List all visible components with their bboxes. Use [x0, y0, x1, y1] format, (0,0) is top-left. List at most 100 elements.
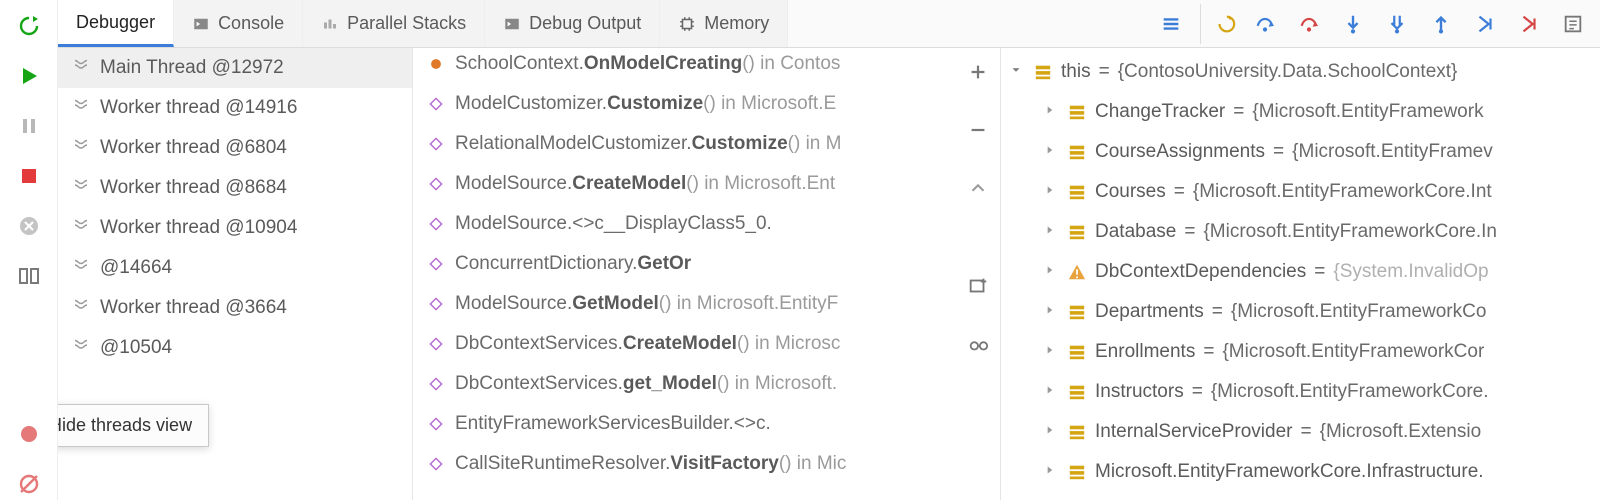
variable-name: this [1061, 61, 1091, 83]
stack-frame-row[interactable]: ModelCustomizer.Customize() in Microsoft… [413, 88, 1000, 128]
tab-console[interactable]: Console [174, 0, 303, 47]
debugger-main: Debugger Console Parallel Stacks Debug O… [58, 0, 1600, 500]
variable-value: {System.InvalidOp [1333, 261, 1488, 283]
tab-label: Debugger [76, 12, 155, 33]
step-over-button[interactable] [1244, 4, 1286, 44]
thread-row[interactable]: Worker thread @10904 [58, 208, 412, 248]
skip-to-cursor-button[interactable] [1508, 4, 1550, 44]
frame-text: ModelCustomizer.Customize() in Microsoft… [455, 93, 836, 115]
thread-icon [72, 296, 90, 320]
tab-memory[interactable]: Memory [660, 0, 788, 47]
rerun-button[interactable] [13, 10, 45, 42]
step-out-over-button[interactable] [1288, 4, 1330, 44]
variable-row[interactable]: Microsoft.EntityFrameworkCore.Infrastruc… [1001, 452, 1600, 492]
variable-value: {Microsoft.EntityFrameworkCo [1231, 301, 1487, 323]
expander-open-icon[interactable] [1009, 61, 1025, 83]
expander-closed-icon[interactable] [1043, 141, 1059, 163]
add-icon[interactable] [964, 58, 992, 86]
thread-row[interactable]: Worker thread @3664 [58, 288, 412, 328]
resume-button[interactable] [13, 60, 45, 92]
stack-frame-row[interactable]: DbContextServices.CreateModel() in Micro… [413, 328, 1000, 368]
thread-row[interactable]: Worker thread @8684 [58, 168, 412, 208]
object-icon [1033, 63, 1053, 81]
variable-row[interactable]: CourseAssignments = {Microsoft.EntityFra… [1001, 132, 1600, 172]
tab-label: Memory [704, 13, 769, 34]
expander-closed-icon[interactable] [1043, 461, 1059, 483]
stack-frame-row[interactable]: ModelSource.<>c__DisplayClass5_0. [413, 208, 1000, 248]
thread-row[interactable]: @14664 [58, 248, 412, 288]
stack-frame-row[interactable]: DbContextServices.get_Model() in Microso… [413, 368, 1000, 408]
variable-row[interactable]: Courses = {Microsoft.EntityFrameworkCore… [1001, 172, 1600, 212]
parallel-stacks-icon [321, 15, 339, 33]
object-icon [1067, 183, 1087, 201]
disable-breakpoints-button[interactable] [13, 468, 45, 500]
expander-closed-icon[interactable] [1043, 421, 1059, 443]
current-frame-icon [429, 55, 443, 77]
expander-closed-icon[interactable] [1043, 381, 1059, 403]
glasses-icon[interactable] [964, 330, 992, 358]
stack-frame-row[interactable]: SchoolContext.OnModelCreating() in Conto… [413, 48, 1000, 88]
tab-debugger[interactable]: Debugger [58, 0, 174, 47]
thread-icon [72, 256, 90, 280]
debugger-body: Main Thread @12972Worker thread @14916Wo… [58, 48, 1600, 500]
variable-row[interactable]: Instructors = {Microsoft.EntityFramework… [1001, 372, 1600, 412]
stack-frame-row[interactable]: RelationalModelCustomizer.Customize() in… [413, 128, 1000, 168]
expander-closed-icon[interactable] [1043, 221, 1059, 243]
frame-icon [429, 255, 443, 277]
frame-icon [429, 175, 443, 197]
menu-icon[interactable] [1150, 4, 1192, 44]
tab-parallel-stacks[interactable]: Parallel Stacks [303, 0, 485, 47]
variable-row[interactable]: ChangeTracker = {Microsoft.EntityFramewo… [1001, 92, 1600, 132]
variable-name: Enrollments [1095, 341, 1195, 363]
collapse-up-icon[interactable] [964, 174, 992, 202]
stack-frame-row[interactable]: EntityFrameworkServicesBuilder.<>c. [413, 408, 1000, 448]
thread-row[interactable]: Worker thread @14916 [58, 88, 412, 128]
object-icon [1067, 383, 1087, 401]
stack-frame-row[interactable]: ModelSource.GetModel() in Microsoft.Enti… [413, 288, 1000, 328]
frame-icon [429, 455, 443, 477]
expander-closed-icon[interactable] [1043, 261, 1059, 283]
stack-frame-row[interactable]: ConcurrentDictionary.GetOr [413, 248, 1000, 288]
frame-text: DbContextServices.get_Model() in Microso… [455, 373, 837, 395]
force-step-into-button[interactable] [1376, 4, 1418, 44]
run-to-cursor-button[interactable] [1464, 4, 1506, 44]
stack-frame-row[interactable]: CallSiteRuntimeResolver.VisitFactory() i… [413, 448, 1000, 488]
expander-closed-icon[interactable] [1043, 341, 1059, 363]
frame-icon [429, 335, 443, 357]
expander-closed-icon[interactable] [1043, 301, 1059, 323]
stop-button[interactable] [13, 160, 45, 192]
thread-row[interactable]: @10504 [58, 328, 412, 368]
variable-value: {Microsoft.EntityFrameworkCore.In [1203, 221, 1497, 243]
threads-view-toggle[interactable] [13, 260, 45, 292]
remove-icon[interactable] [964, 116, 992, 144]
thread-icon [72, 136, 90, 160]
evaluate-button[interactable] [1552, 4, 1594, 44]
cancel-button[interactable] [13, 210, 45, 242]
thread-icon [72, 216, 90, 240]
expander-closed-icon[interactable] [1043, 181, 1059, 203]
thread-row[interactable]: Worker thread @6804 [58, 128, 412, 168]
tooltip: Hide threads view [58, 404, 209, 447]
thread-label: Worker thread @3664 [100, 297, 287, 319]
thread-icon [72, 336, 90, 360]
variable-row[interactable]: DbContextDependencies = {System.InvalidO… [1001, 252, 1600, 292]
mute-breakpoints-button[interactable] [13, 418, 45, 450]
variable-row[interactable]: InternalServiceProvider = {Microsoft.Ext… [1001, 412, 1600, 452]
variable-row[interactable]: Database = {Microsoft.EntityFrameworkCor… [1001, 212, 1600, 252]
thread-row[interactable]: Main Thread @12972 [58, 48, 412, 88]
variables-pane: this = {ContosoUniversity.Data.SchoolCon… [1000, 48, 1600, 500]
expander-closed-icon[interactable] [1043, 101, 1059, 123]
new-watch-icon[interactable] [964, 272, 992, 300]
variable-row[interactable]: Enrollments = {Microsoft.EntityFramework… [1001, 332, 1600, 372]
show-execution-point-button[interactable] [1200, 4, 1242, 44]
frame-text: ModelSource.CreateModel() in Microsoft.E… [455, 173, 835, 195]
tab-debug-output[interactable]: Debug Output [485, 0, 660, 47]
variable-row[interactable]: Departments = {Microsoft.EntityFramework… [1001, 292, 1600, 332]
step-into-button[interactable] [1332, 4, 1374, 44]
tab-label: Console [218, 13, 284, 34]
step-out-button[interactable] [1420, 4, 1462, 44]
variable-row-root[interactable]: this = {ContosoUniversity.Data.SchoolCon… [1001, 52, 1600, 92]
stack-frame-row[interactable]: ModelSource.CreateModel() in Microsoft.E… [413, 168, 1000, 208]
pause-button[interactable] [13, 110, 45, 142]
object-icon [1067, 423, 1087, 441]
